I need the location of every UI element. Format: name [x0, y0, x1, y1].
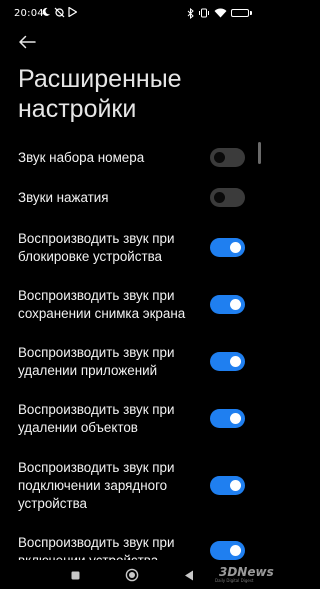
toggle-switch-on[interactable] [210, 352, 245, 371]
watermark-sub-text: Daily Digital Digest [215, 578, 254, 583]
setting-row-power-on-sound[interactable]: Воспроизводить звук при включении устрой… [0, 532, 265, 560]
setting-row-screenshot-sound[interactable]: Воспроизводить звук при сохранении снимк… [0, 285, 265, 329]
setting-row-touch-sounds[interactable]: Звуки нажатия [0, 180, 265, 216]
toggle-switch-on[interactable] [210, 409, 245, 428]
play-store-icon [68, 6, 78, 18]
setting-label: Воспроизводить звук при удалении объекто… [18, 402, 175, 435]
setting-label: Воспроизводить звук при удалении приложе… [18, 345, 175, 378]
no-sync-icon [54, 7, 65, 18]
toggle-switch-on[interactable] [210, 238, 245, 257]
page-title: Расширенные настройки [18, 65, 182, 123]
circle-home-icon [125, 568, 139, 582]
setting-row-delete-sound[interactable]: Воспроизводить звук при удалении объекто… [0, 399, 265, 443]
back-button[interactable] [14, 30, 40, 54]
toggle-switch-off[interactable] [210, 148, 245, 167]
toggle-switch-on[interactable] [210, 541, 245, 560]
recents-button[interactable] [66, 566, 84, 584]
triangle-back-icon [184, 570, 194, 581]
status-right-icons [187, 6, 252, 20]
home-button[interactable] [123, 566, 141, 584]
toggle-switch-on[interactable] [210, 476, 245, 495]
toggle-switch-on[interactable] [210, 295, 245, 314]
setting-label: Воспроизводить звук при подключении заря… [18, 460, 175, 511]
square-icon [71, 571, 80, 580]
battery-icon [231, 9, 252, 17]
watermark-logo: 3DNews Daily Digital Digest [215, 565, 274, 585]
back-nav-button[interactable] [180, 566, 198, 584]
setting-label: Воспроизводить звук при сохранении снимк… [18, 288, 186, 321]
setting-label: Звуки нажатия [18, 190, 109, 205]
setting-label: Звук набора номера [18, 150, 145, 165]
setting-row-lock-sound[interactable]: Воспроизводить звук при блокировке устро… [0, 228, 265, 272]
arrow-left-icon [18, 35, 36, 49]
setting-row-dial-sound[interactable]: Звук набора номера [0, 140, 265, 176]
status-left-icons [41, 6, 78, 18]
setting-row-uninstall-sound[interactable]: Воспроизводить звук при удалении приложе… [0, 342, 265, 386]
watermark-main-text: 3DNews [219, 565, 274, 579]
vibrate-icon [198, 8, 210, 18]
setting-row-charger-sound[interactable]: Воспроизводить звук при подключении заря… [0, 457, 265, 519]
setting-label: Воспроизводить звук при включении устрой… [18, 535, 175, 560]
toggle-switch-off[interactable] [210, 188, 245, 207]
status-time: 20:04 [14, 8, 44, 19]
wifi-icon [214, 8, 227, 18]
bluetooth-icon [187, 7, 194, 19]
scrollbar[interactable] [258, 142, 261, 164]
moon-icon [41, 7, 51, 17]
setting-label: Воспроизводить звук при блокировке устро… [18, 231, 175, 264]
status-bar: 20:04 [0, 0, 265, 28]
